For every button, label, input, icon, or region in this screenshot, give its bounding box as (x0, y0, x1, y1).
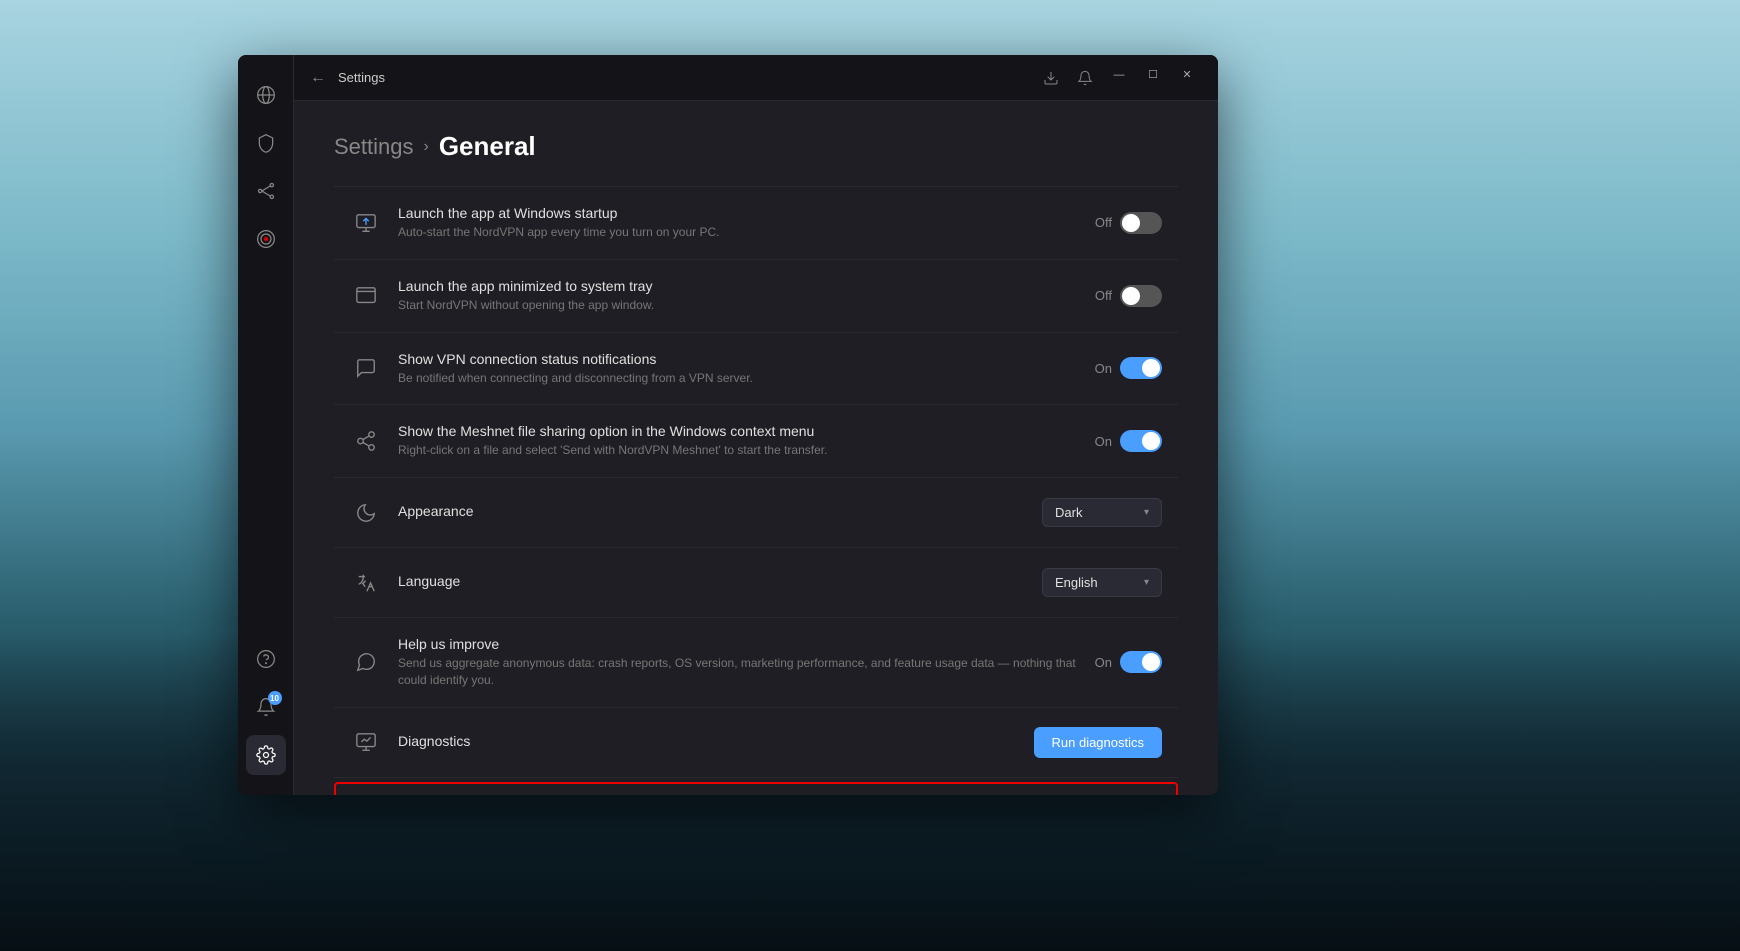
sidebar-item-settings[interactable] (246, 735, 286, 775)
setting-row-startup: Launch the app at Windows startup Auto-s… (334, 186, 1178, 260)
diagnostics-text: Diagnostics (398, 733, 1018, 752)
breadcrumb-arrow: › (424, 138, 429, 156)
close-button[interactable]: ✕ (1172, 63, 1202, 87)
improve-control: On (1095, 651, 1162, 673)
sidebar: 10 (238, 55, 294, 795)
minimized-text: Launch the app minimized to system tray … (398, 278, 1079, 314)
notifications-desc: Be notified when connecting and disconne… (398, 370, 1079, 387)
startup-control: Off (1095, 212, 1162, 234)
setting-row-diagnostics: Diagnostics Run diagnostics (334, 708, 1178, 778)
improve-text: Help us improve Send us aggregate anonym… (398, 636, 1079, 689)
breadcrumb: Settings › General (334, 131, 1178, 162)
improve-toggle[interactable] (1120, 651, 1162, 673)
meshnet-toggle[interactable] (1120, 430, 1162, 452)
language-control: English ▾ (1042, 568, 1162, 597)
bell-action-icon[interactable] (1070, 63, 1100, 93)
language-icon (350, 567, 382, 599)
run-diagnostics-button[interactable]: Run diagnostics (1034, 727, 1163, 758)
notifications-badge: 10 (268, 691, 282, 705)
minimized-toggle[interactable] (1120, 285, 1162, 307)
minimized-toggle-label: Off (1095, 288, 1112, 303)
sidebar-item-shield[interactable] (246, 123, 286, 163)
appearance-dropdown[interactable]: Dark ▾ (1042, 498, 1162, 527)
language-dropdown[interactable]: English ▾ (1042, 568, 1162, 597)
setting-row-minimized: Launch the app minimized to system tray … (334, 260, 1178, 333)
minimized-icon (350, 280, 382, 312)
main-content: ← Settings — ☐ ✕ (294, 55, 1218, 795)
minimized-desc: Start NordVPN without opening the app wi… (398, 297, 1079, 314)
diagnostics-control: Run diagnostics (1034, 727, 1163, 758)
minimize-button[interactable]: — (1104, 63, 1134, 87)
download-action-icon[interactable] (1036, 63, 1066, 93)
appearance-icon (350, 497, 382, 529)
startup-desc: Auto-start the NordVPN app every time yo… (398, 224, 1079, 241)
sidebar-item-globe[interactable] (246, 75, 286, 115)
startup-toggle-label: Off (1095, 215, 1112, 230)
back-button[interactable]: ← (310, 69, 326, 87)
breadcrumb-parent: Settings (334, 134, 414, 160)
sidebar-item-help[interactable] (246, 639, 286, 679)
maximize-button[interactable]: ☐ (1138, 63, 1168, 87)
breadcrumb-current: General (439, 131, 536, 162)
setting-row-language: Language English ▾ (334, 548, 1178, 618)
startup-icon (350, 207, 382, 239)
notifications-text: Show VPN connection status notifications… (398, 351, 1079, 387)
appearance-title: Appearance (398, 503, 1026, 519)
meshnet-title: Show the Meshnet file sharing option in … (398, 423, 1079, 439)
page-header: Settings › General (334, 131, 1178, 162)
notifications-toggle-label: On (1095, 361, 1112, 376)
sidebar-item-notifications[interactable]: 10 (246, 687, 286, 727)
notifications-row-icon (350, 352, 382, 384)
meshnet-text: Show the Meshnet file sharing option in … (398, 423, 1079, 459)
meshnet-toggle-label: On (1095, 434, 1112, 449)
diagnostics-title: Diagnostics (398, 733, 1018, 749)
notifications-toggle[interactable] (1120, 357, 1162, 379)
meshnet-desc: Right-click on a file and select 'Send w… (398, 442, 1079, 459)
appearance-dropdown-arrow: ▾ (1144, 507, 1149, 518)
improve-desc: Send us aggregate anonymous data: crash … (398, 655, 1079, 689)
settings-list: Launch the app at Windows startup Auto-s… (334, 186, 1178, 795)
appearance-dropdown-value: Dark (1055, 505, 1082, 520)
startup-toggle[interactable] (1120, 212, 1162, 234)
sidebar-item-target[interactable] (246, 219, 286, 259)
improve-title: Help us improve (398, 636, 1079, 652)
startup-title: Launch the app at Windows startup (398, 205, 1079, 221)
meshnet-control: On (1095, 430, 1162, 452)
setting-row-notifications: Show VPN connection status notifications… (334, 333, 1178, 406)
language-dropdown-arrow: ▾ (1144, 577, 1149, 588)
improve-toggle-label: On (1095, 655, 1112, 670)
meshnet-row-icon (350, 425, 382, 457)
page-content: Settings › General (294, 101, 1218, 795)
notifications-control: On (1095, 357, 1162, 379)
minimized-title: Launch the app minimized to system tray (398, 278, 1079, 294)
startup-text: Launch the app at Windows startup Auto-s… (398, 205, 1079, 241)
sidebar-item-meshnet[interactable] (246, 171, 286, 211)
setting-row-background: Allow background processes They are requ… (334, 782, 1178, 795)
app-window: 10 ← Settings (238, 55, 1218, 795)
language-title: Language (398, 573, 1026, 589)
appearance-text: Appearance (398, 503, 1026, 522)
notifications-title: Show VPN connection status notifications (398, 351, 1079, 367)
improve-icon (350, 646, 382, 678)
appearance-control: Dark ▾ (1042, 498, 1162, 527)
language-dropdown-value: English (1055, 575, 1098, 590)
setting-row-improve: Help us improve Send us aggregate anonym… (334, 618, 1178, 708)
window-title: Settings (338, 70, 385, 85)
minimized-control: Off (1095, 285, 1162, 307)
setting-row-appearance: Appearance Dark ▾ (334, 478, 1178, 548)
window-controls: — ☐ ✕ (1036, 63, 1202, 93)
setting-row-meshnet: Show the Meshnet file sharing option in … (334, 405, 1178, 478)
language-text: Language (398, 573, 1026, 592)
diagnostics-icon (350, 726, 382, 758)
title-bar: ← Settings — ☐ ✕ (294, 55, 1218, 101)
